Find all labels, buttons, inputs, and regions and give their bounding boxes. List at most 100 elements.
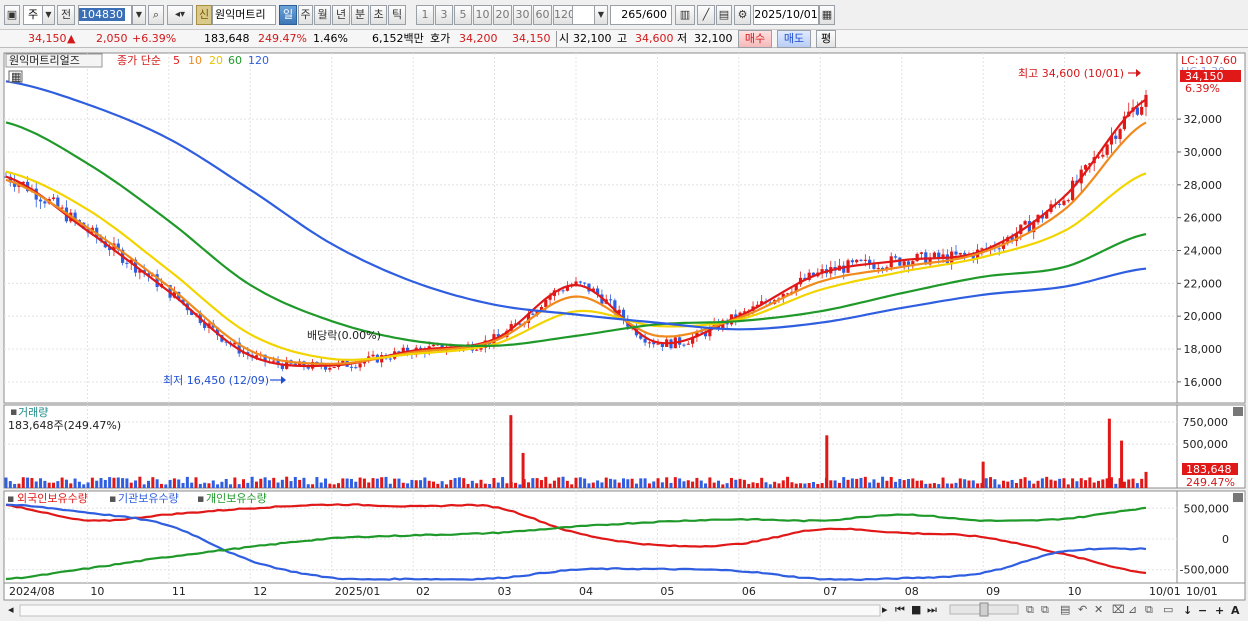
interval-button-4[interactable]: 20 (493, 5, 512, 25)
interval-button-5[interactable]: 30 (513, 5, 532, 25)
auto-icon[interactable]: A (1231, 604, 1240, 617)
sell-button[interactable]: 매도 (777, 30, 811, 48)
market-select[interactable]: 주 (23, 5, 43, 25)
candle-body (323, 366, 328, 370)
cross-icon[interactable]: ✕ (1094, 603, 1103, 616)
stop-icon[interactable]: ■ (911, 603, 921, 616)
volume-bar (112, 477, 116, 488)
code-dropdown-icon[interactable]: ▼ (132, 5, 146, 25)
panel-settings-glyph: ▦ (11, 70, 21, 83)
period-tab-1[interactable]: 주 (298, 5, 313, 25)
prev-button[interactable]: 전 (57, 5, 75, 25)
stock-code-input[interactable]: 104830 (78, 5, 132, 25)
volume-bar (1010, 479, 1014, 488)
trade-amount: 6,152백만 (372, 32, 424, 45)
window-icon[interactable]: ▭ (1163, 603, 1173, 616)
candle-body (125, 262, 129, 264)
volume-bar (855, 478, 859, 488)
calendar-icon[interactable]: ▦ (819, 5, 835, 25)
grid-icon[interactable]: ▤ (1060, 603, 1070, 616)
volume-bar (155, 479, 159, 488)
minimize-icon[interactable]: ↓ (1183, 604, 1192, 617)
volume-bar (604, 477, 608, 488)
holder-tick-label: 500,000 (1184, 502, 1230, 515)
first-icon[interactable]: ⏮ (895, 603, 905, 616)
volume-bar (781, 480, 785, 488)
scrollbar-track[interactable] (19, 604, 881, 617)
volume-bar (1058, 478, 1062, 488)
volume-bar (1079, 478, 1083, 488)
gear-icon[interactable]: ⚙ (734, 5, 751, 25)
interval-button-7[interactable]: 120 (553, 5, 574, 25)
interval-button-2[interactable]: 5 (454, 5, 472, 25)
buy-button[interactable]: 매수 (738, 30, 772, 48)
date-field[interactable]: 2025/10/01 (753, 5, 819, 25)
volume-spike-bar (1144, 471, 1148, 488)
volume-bar (108, 477, 112, 488)
x-tick-label: 02 (416, 585, 430, 598)
candle-body (358, 363, 362, 368)
volume-bar (406, 483, 410, 488)
period-tab-4[interactable]: 분 (351, 5, 369, 25)
volume-close-icon[interactable] (1233, 407, 1243, 416)
volume-bar (77, 481, 81, 488)
candle-body (371, 354, 375, 357)
volume-bar (298, 479, 302, 488)
window-menu-icon[interactable]: ▣ (4, 5, 20, 25)
volume-bar (86, 482, 90, 488)
period-tab-0[interactable]: 일 (279, 5, 297, 25)
zoom-in-icon[interactable]: + (1215, 604, 1224, 617)
draw-tool-icon[interactable]: ╱ (697, 5, 715, 25)
undo-icon[interactable]: ↶ (1078, 603, 1087, 616)
interval-button-1[interactable]: 3 (435, 5, 453, 25)
eval-button[interactable]: 평 (816, 30, 836, 48)
save-icon[interactable]: ▤ (716, 5, 732, 25)
interval-button-3[interactable]: 10 (473, 5, 492, 25)
volume-bar (872, 479, 876, 488)
volume-bar (220, 481, 224, 488)
volume-bar (1053, 480, 1057, 488)
copy-icon[interactable]: ⧉ (1026, 603, 1034, 616)
volume-bar (963, 479, 967, 488)
period-tab-2[interactable]: 월 (314, 5, 331, 25)
candle-type-icon[interactable]: ▥ (675, 5, 695, 25)
period-tab-6[interactable]: 틱 (388, 5, 406, 25)
period-tab-5[interactable]: 초 (370, 5, 387, 25)
speaker-icon[interactable]: ◂▾ (167, 5, 193, 25)
interval-dropdown-icon[interactable]: ▼ (594, 5, 608, 25)
volume-bar (626, 479, 630, 488)
legend-sep-icon: ▪ (109, 492, 116, 505)
price-tick-label: 22,000 (1184, 277, 1223, 290)
compare-icon[interactable]: ⧉ (1041, 603, 1049, 616)
price-tick-label: 26,000 (1184, 212, 1223, 225)
volume-bar (21, 477, 25, 488)
chart-mode-icon[interactable]: ⌧ (1112, 603, 1125, 616)
price-panel (3, 52, 1178, 404)
scroll-left-icon[interactable]: ◂ (8, 603, 14, 616)
volume-bar (60, 477, 64, 488)
market-dropdown-icon[interactable]: ▼ (42, 5, 55, 25)
interval-button-0[interactable]: 1 (416, 5, 434, 25)
volume-bar (622, 478, 625, 488)
count-field[interactable]: 265/600 (610, 5, 672, 25)
volume-bar (324, 478, 328, 488)
interval-button-6[interactable]: 60 (533, 5, 552, 25)
zoom-slider-handle[interactable] (979, 602, 989, 617)
marker-icon[interactable]: ⊿ (1128, 603, 1137, 616)
candle-body (1135, 107, 1139, 115)
volume-bar (423, 477, 427, 488)
copy2-icon[interactable]: ⧉ (1145, 603, 1153, 616)
scroll-right-icon[interactable]: ▸ (882, 603, 888, 616)
last-icon[interactable]: ⏭ (927, 603, 937, 616)
x-tick-label: 10 (1068, 585, 1082, 598)
holder-close-icon[interactable] (1233, 493, 1243, 502)
zoom-out-icon[interactable]: − (1198, 604, 1207, 617)
quote-label: 호가 (430, 32, 451, 45)
legend-ma5: 5 (173, 54, 180, 67)
volume-bar (190, 482, 194, 488)
stock-chart[interactable]: 2024/08 10 11 12 2025/01 02 03 04 05 06 07 08 09 10 10… (0, 50, 1248, 621)
period-tab-3[interactable]: 년 (332, 5, 350, 25)
stock-name-field: 원익머트리 (212, 5, 276, 25)
search-icon[interactable]: ⌕ (148, 5, 164, 25)
low-price: 32,100 (694, 32, 733, 45)
